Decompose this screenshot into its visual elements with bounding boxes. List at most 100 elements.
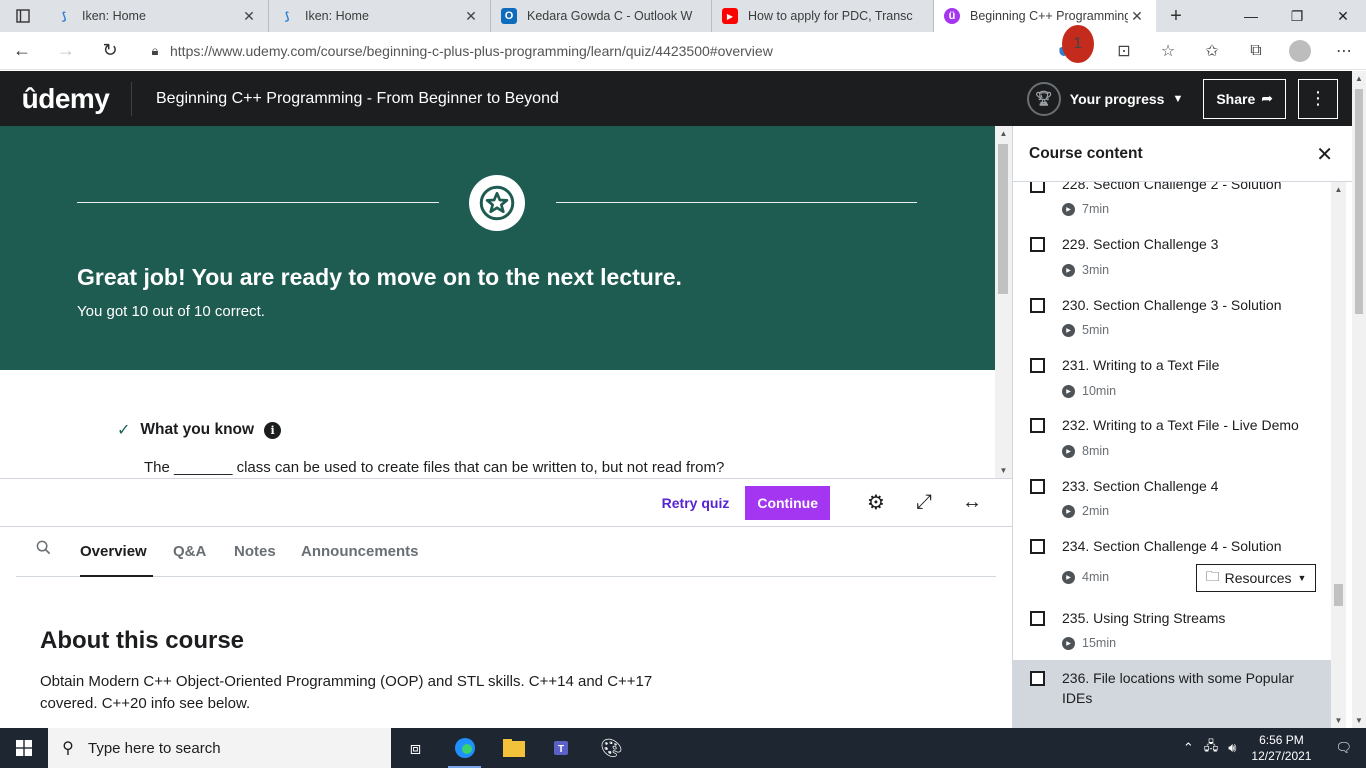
sidebar-scrollbar[interactable]: ▲ ▼ bbox=[1331, 182, 1346, 728]
favorite-add-icon[interactable]: ☆ bbox=[1146, 32, 1190, 70]
scroll-thumb[interactable] bbox=[998, 144, 1008, 294]
lecture-item[interactable]: 233. Section Challenge 4 ▶ 2min bbox=[1013, 468, 1333, 528]
favorites-icon[interactable]: ✩ bbox=[1190, 32, 1234, 70]
teams-icon[interactable]: T bbox=[538, 728, 587, 768]
lecture-item[interactable]: 232. Writing to a Text File - Live Demo … bbox=[1013, 407, 1333, 467]
udemy-header: ûdemy Beginning C++ Programming - From B… bbox=[0, 71, 1352, 126]
scroll-up-icon[interactable]: ▲ bbox=[995, 129, 1012, 138]
search-icon[interactable] bbox=[36, 540, 51, 560]
scroll-down-icon[interactable]: ▼ bbox=[1352, 716, 1366, 725]
lecture-checkbox[interactable] bbox=[1030, 479, 1045, 494]
scroll-up-icon[interactable]: ▲ bbox=[1352, 74, 1366, 83]
lock-icon[interactable]: 🔒︎ bbox=[140, 43, 170, 59]
extension-icon[interactable]: 1 bbox=[1058, 24, 1102, 70]
more-options-button[interactable]: ⋮ bbox=[1298, 78, 1338, 119]
scroll-up-icon[interactable]: ▲ bbox=[1331, 185, 1346, 194]
windows-start-icon[interactable] bbox=[0, 728, 48, 768]
lecture-item[interactable]: 234. Section Challenge 4 - Solution ▶ 4mi… bbox=[1013, 528, 1333, 600]
browser-tab[interactable]: ⟆ Iken: Home ✕ bbox=[46, 0, 269, 32]
notifications-icon[interactable]: 🗨︎ bbox=[1321, 740, 1366, 756]
page-scrollbar[interactable]: ▲ ▼ bbox=[1352, 71, 1366, 728]
tab-overview[interactable]: Overview bbox=[80, 543, 147, 560]
lecture-checkbox[interactable] bbox=[1030, 539, 1045, 554]
play-icon: ▶ bbox=[1062, 504, 1075, 518]
profile-icon[interactable] bbox=[1278, 32, 1322, 70]
file-explorer-icon[interactable] bbox=[489, 728, 538, 768]
chevron-down-icon: ▼ bbox=[1297, 573, 1307, 583]
lecture-item[interactable]: 230. Section Challenge 3 - Solution ▶ 5mi… bbox=[1013, 287, 1333, 347]
quiz-scrollbar[interactable]: ▲ ▼ bbox=[995, 126, 1012, 478]
paint-icon[interactable]: 🎨︎ bbox=[587, 728, 636, 768]
lecture-item[interactable]: 229. Section Challenge 3 ▶ 3min bbox=[1013, 226, 1333, 286]
close-window-icon[interactable]: ✕ bbox=[1320, 0, 1366, 32]
scroll-down-icon[interactable]: ▼ bbox=[1331, 716, 1346, 725]
lecture-checkbox[interactable] bbox=[1030, 611, 1045, 626]
what-you-know-heading: ✓ What you know i bbox=[117, 420, 282, 440]
continue-button[interactable]: Continue bbox=[745, 485, 830, 520]
tab-notes[interactable]: Notes bbox=[234, 543, 276, 560]
lecture-item[interactable]: 231. Writing to a Text File ▶ 10min bbox=[1013, 347, 1333, 407]
lecture-checkbox[interactable] bbox=[1030, 671, 1045, 686]
browser-tab[interactable]: ▶ How to apply for PDC, Transc bbox=[712, 0, 934, 32]
browser-tab[interactable]: O Kedara Gowda C - Outlook W bbox=[491, 0, 712, 32]
expand-width-icon[interactable]: ↔ bbox=[948, 479, 996, 527]
browser-tab[interactable]: ⟆ Iken: Home ✕ bbox=[269, 0, 491, 32]
network-icon[interactable]: 🖧︎ bbox=[1199, 737, 1224, 759]
url-field[interactable]: 🔒︎ https://www.udemy.com/course/beginnin… bbox=[140, 35, 1040, 66]
tab-announcements[interactable]: Announcements bbox=[301, 543, 419, 560]
outlook-icon: O bbox=[501, 8, 517, 24]
back-icon[interactable]: ← bbox=[0, 32, 44, 70]
lecture-title: 236. File locations with some Popular ID… bbox=[1062, 670, 1294, 706]
close-icon[interactable]: ✕ bbox=[1316, 142, 1333, 167]
star-icon bbox=[469, 175, 525, 231]
lecture-checkbox[interactable] bbox=[1030, 418, 1045, 433]
tab-actions-icon[interactable] bbox=[0, 0, 46, 32]
retry-quiz-button[interactable]: Retry quiz bbox=[662, 495, 730, 511]
lecture-duration: ▶ 10min bbox=[1062, 384, 1116, 398]
refresh-icon[interactable]: ↻ bbox=[88, 32, 132, 70]
lecture-checkbox[interactable] bbox=[1030, 237, 1045, 252]
scroll-thumb[interactable] bbox=[1355, 89, 1363, 314]
play-icon: ▶ bbox=[1062, 444, 1075, 458]
restore-icon[interactable]: ❐ bbox=[1274, 0, 1320, 32]
collections-icon[interactable]: ⧉ bbox=[1234, 32, 1278, 70]
info-icon[interactable]: i bbox=[264, 421, 282, 439]
task-view-icon[interactable]: ⧈ bbox=[391, 728, 440, 768]
fullscreen-icon[interactable]: ⤢ bbox=[900, 479, 948, 527]
volume-icon[interactable]: 🔊︎ bbox=[1223, 740, 1241, 756]
more-menu-icon[interactable]: ⋯ bbox=[1322, 32, 1366, 70]
scroll-down-icon[interactable]: ▼ bbox=[995, 466, 1012, 475]
resources-label: Resources bbox=[1224, 570, 1292, 586]
system-clock[interactable]: 6:56 PM 12/27/2021 bbox=[1241, 732, 1321, 764]
progress-menu[interactable]: 🏆︎ Your progress ▼ bbox=[1026, 81, 1183, 116]
lecture-item[interactable]: 235. Using String Streams ▶ 15min bbox=[1013, 600, 1333, 660]
svg-text:T: T bbox=[557, 744, 563, 755]
resources-button[interactable]: 🗀 Resources ▼ bbox=[1196, 564, 1316, 592]
read-aloud-icon[interactable]: ⊡ bbox=[1102, 32, 1146, 70]
lecture-item-active[interactable]: 236. File locations with some Popular ID… bbox=[1013, 660, 1333, 728]
lecture-duration: ▶ 7min bbox=[1062, 202, 1109, 216]
close-tab-icon[interactable]: ✕ bbox=[462, 8, 480, 25]
close-tab-icon[interactable]: ✕ bbox=[240, 8, 258, 25]
forward-icon[interactable]: → bbox=[44, 32, 88, 70]
browser-tab-active[interactable]: ü Beginning C++ Programming ✕ bbox=[934, 0, 1156, 32]
search-icon: ⚲ bbox=[62, 740, 74, 757]
lecture-checkbox[interactable] bbox=[1030, 358, 1045, 373]
scroll-thumb[interactable] bbox=[1334, 584, 1343, 606]
quiz-panel: Great job! You are ready to move on to t… bbox=[0, 126, 995, 478]
close-tab-icon[interactable]: ✕ bbox=[1128, 8, 1146, 25]
show-hidden-icons[interactable]: ⌃ bbox=[1178, 740, 1199, 756]
course-title[interactable]: Beginning C++ Programming - From Beginne… bbox=[156, 90, 559, 108]
tab-qa[interactable]: Q&A bbox=[173, 543, 206, 560]
lecture-title: 233. Section Challenge 4 bbox=[1062, 478, 1219, 494]
udemy-logo[interactable]: ûdemy bbox=[0, 81, 132, 116]
edge-browser-icon[interactable] bbox=[440, 728, 489, 768]
settings-gear-icon[interactable]: ⚙ bbox=[852, 479, 900, 527]
play-icon: ▶ bbox=[1062, 570, 1075, 584]
new-tab-button[interactable]: + bbox=[1156, 5, 1196, 28]
share-button[interactable]: Share ➦ bbox=[1203, 78, 1286, 119]
lecture-title: 234. Section Challenge 4 - Solution bbox=[1062, 538, 1282, 554]
taskbar-search-box[interactable]: ⚲ Type here to search bbox=[48, 728, 391, 768]
lecture-checkbox[interactable] bbox=[1030, 298, 1045, 313]
minimize-icon[interactable]: — bbox=[1228, 0, 1274, 32]
